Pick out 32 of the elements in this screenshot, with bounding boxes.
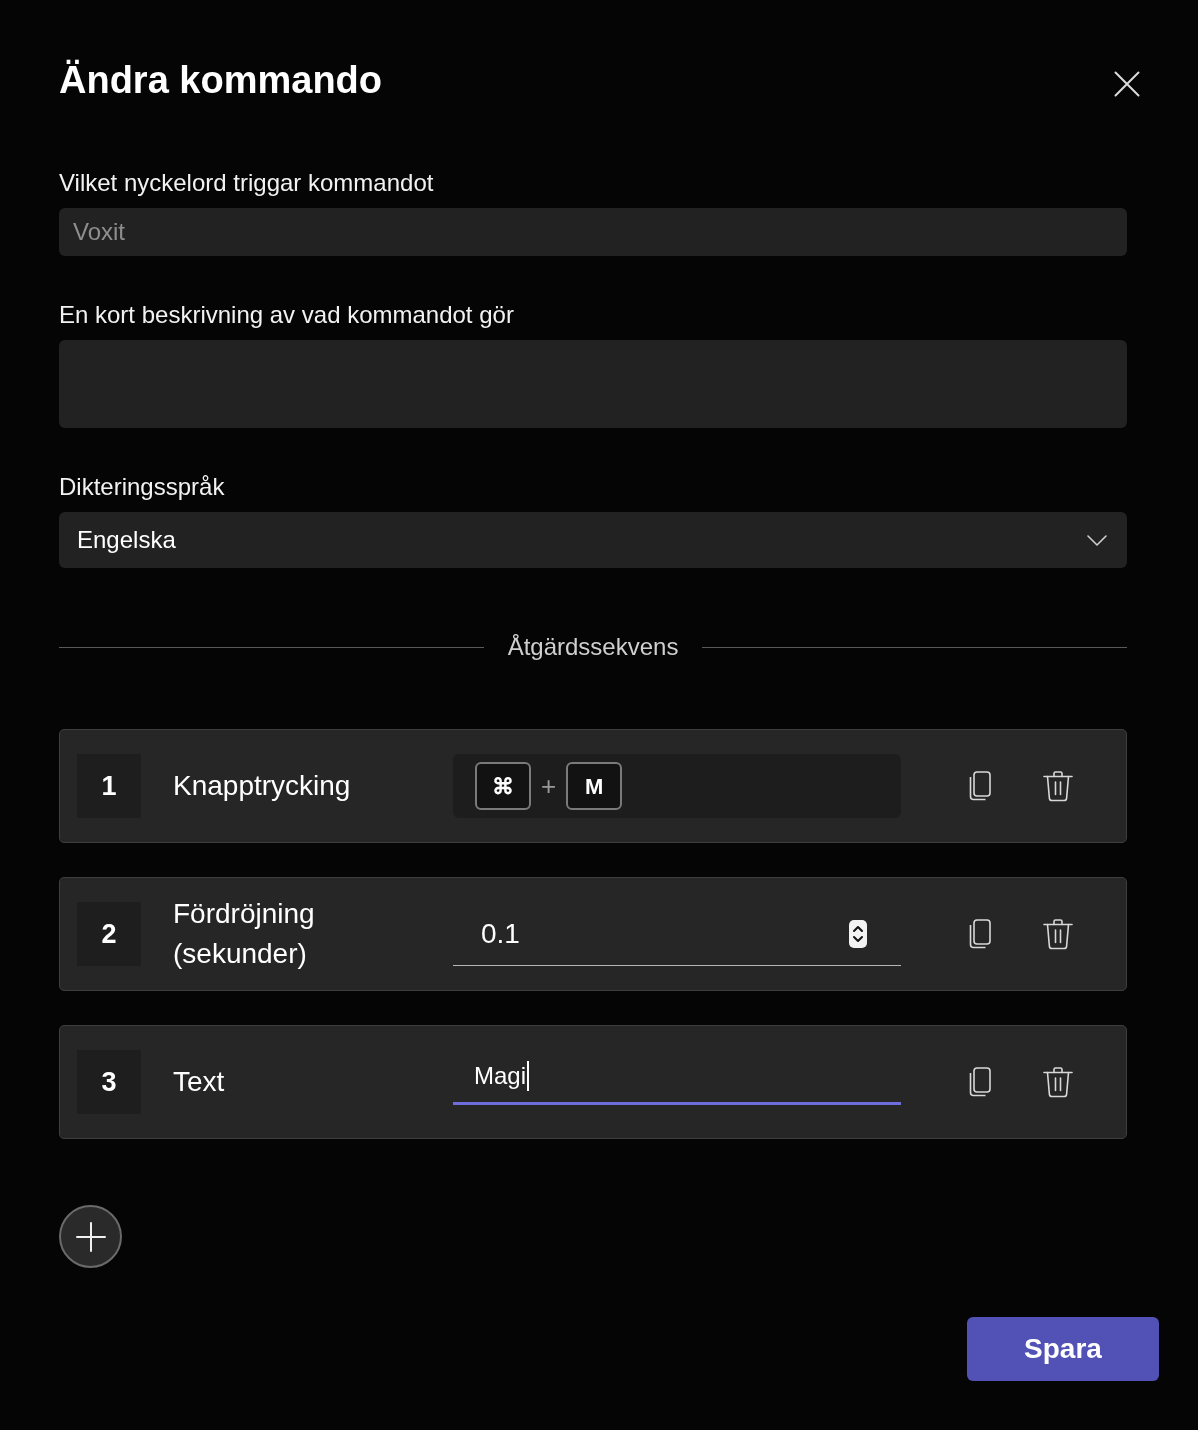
action-type-label: Fördröjning (sekunder) — [173, 897, 316, 971]
copy-icon[interactable] — [967, 919, 993, 949]
save-button[interactable]: Spara — [967, 1317, 1159, 1381]
plus-icon — [75, 1221, 106, 1252]
key-separator: + — [541, 771, 557, 801]
keyword-input-field[interactable]: Voxit — [59, 208, 1127, 256]
close-icon[interactable] — [1114, 71, 1140, 97]
key-cap: ⌘ — [475, 762, 531, 810]
copy-icon[interactable] — [967, 771, 993, 801]
field-label: Dikteringsspråk — [59, 473, 225, 501]
number-input-field[interactable]: 0.1 — [453, 902, 901, 966]
trash-icon[interactable] — [1043, 770, 1073, 802]
step-number: 1 — [77, 754, 141, 818]
trash-icon[interactable] — [1043, 1066, 1073, 1098]
action-type-label: Text — [173, 1065, 225, 1099]
step-number: 3 — [77, 1050, 141, 1114]
shortcut-field[interactable]: ⌘ + M — [453, 754, 901, 818]
language-select[interactable]: Engelska — [59, 512, 1127, 568]
stepper-icon[interactable] — [849, 919, 867, 948]
text-input-field[interactable]: Magi — [453, 1049, 901, 1105]
field-label: En kort beskrivning av vad kommandot gör — [59, 301, 514, 329]
chevron-down-icon — [1087, 534, 1107, 546]
dialog-title: Ändra kommando — [59, 58, 383, 103]
section-heading: Åtgärdssekvens — [506, 633, 680, 661]
step-number: 2 — [77, 902, 141, 966]
description-field[interactable] — [59, 340, 1127, 428]
key-cap: M — [566, 762, 623, 810]
copy-icon[interactable] — [967, 1067, 993, 1097]
action-type-label: Knapptrycking — [173, 769, 351, 803]
trash-icon[interactable] — [1043, 918, 1073, 950]
text-cursor-icon — [527, 1060, 530, 1091]
field-label: Vilket nyckelord triggar kommandot — [59, 169, 434, 197]
